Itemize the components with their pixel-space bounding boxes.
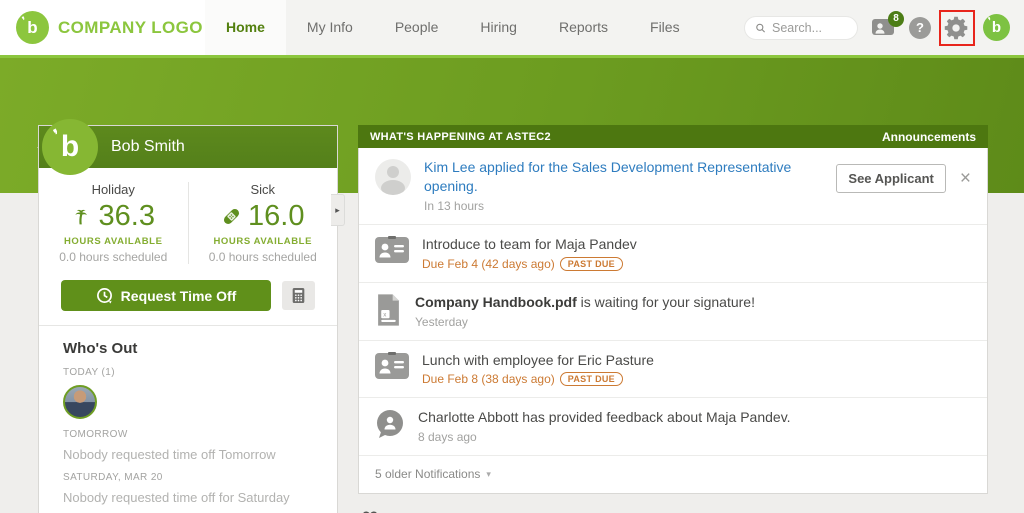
gear-icon xyxy=(944,15,970,41)
notification-time: In 13 hours xyxy=(424,199,823,213)
signature-doc-icon: x xyxy=(375,294,402,326)
notification-feedback: Charlotte Abbott has provided feedback a… xyxy=(359,398,987,456)
user-avatar[interactable]: ❜ b xyxy=(983,14,1010,41)
notification-title[interactable]: Charlotte Abbott has provided feedback a… xyxy=(418,408,971,427)
top-bar: ❜ b COMPANY LOGO HERE Home My Info Peopl… xyxy=(0,0,1024,55)
feedback-bubble-icon xyxy=(375,409,405,439)
nav-tab-home[interactable]: Home xyxy=(205,0,286,55)
nav-tab-reports[interactable]: Reports xyxy=(538,0,629,55)
notification-title[interactable]: Lunch with employee for Eric Pasture xyxy=(422,351,971,370)
nav-tab-hiring[interactable]: Hiring xyxy=(459,0,538,55)
request-time-off-button[interactable]: Request Time Off xyxy=(61,280,271,311)
notifications-card: Kim Lee applied for the Sales Developmen… xyxy=(358,148,988,494)
logo-mark-icon: ❜ b xyxy=(16,11,49,44)
stat-sick[interactable]: Sick 16.0 HOURS AVAILABLE 0.0 hours sche… xyxy=(189,182,338,264)
employee-avatar[interactable]: ❜ b xyxy=(42,119,98,175)
panel-header: WHAT'S HAPPENING AT ASTEC2 Announcements xyxy=(358,125,988,148)
saturday-empty-text: Nobody requested time off for Saturday xyxy=(63,490,313,505)
saturday-label: SATURDAY, MAR 20 xyxy=(63,472,313,483)
time-off-stats: Holiday 36.3 HOURS AVAILABLE 0.0 hours s… xyxy=(39,168,337,274)
id-card-icon xyxy=(375,236,409,263)
stats-expand-handle[interactable]: ▸ xyxy=(331,194,345,226)
notification-badge: 8 xyxy=(888,11,904,27)
today-label: TODAY (1) xyxy=(63,367,313,378)
whats-happening-panel: WHAT'S HAPPENING AT ASTEC2 Announcements… xyxy=(358,125,988,513)
notification-link[interactable]: Kim Lee applied for the Sales Developmen… xyxy=(424,158,823,196)
tomorrow-label: TOMORROW xyxy=(63,429,313,440)
calculator-icon xyxy=(291,287,306,304)
close-icon[interactable]: × xyxy=(960,169,971,188)
out-today-avatar[interactable] xyxy=(63,385,97,419)
notification-title[interactable]: Introduce to team for Maja Pandev xyxy=(422,235,971,254)
notification-task: Introduce to team for Maja Pandev Due Fe… xyxy=(359,225,987,283)
calculator-button[interactable] xyxy=(282,281,315,310)
see-applicant-button[interactable]: See Applicant xyxy=(836,164,945,193)
applicant-avatar-icon xyxy=(375,159,411,195)
search-box[interactable] xyxy=(744,16,858,40)
employee-card: ❜ b Bob Smith Holiday 36.3 HOURS AVAILAB… xyxy=(38,125,338,513)
due-date: Due Feb 8 (38 days ago) xyxy=(422,372,555,386)
request-row: Request Time Off xyxy=(39,274,337,325)
settings-button[interactable] xyxy=(944,15,970,41)
tomorrow-empty-text: Nobody requested time off Tomorrow xyxy=(63,447,313,462)
palm-icon xyxy=(72,206,93,227)
past-due-badge: PAST DUE xyxy=(560,257,623,271)
notification-applicant: Kim Lee applied for the Sales Developmen… xyxy=(359,148,987,225)
chevron-right-icon: ▸ xyxy=(335,205,340,216)
notification-time: 8 days ago xyxy=(418,430,971,444)
notification-task: Lunch with employee for Eric Pasture Due… xyxy=(359,341,987,399)
employee-header: ❜ b Bob Smith xyxy=(39,126,337,168)
caret-down-icon: ▾ xyxy=(486,469,491,480)
help-button[interactable]: ? xyxy=(909,17,931,39)
clock-icon xyxy=(96,287,113,304)
topbar-controls: 8 ? ❜ b xyxy=(744,0,1010,55)
bandage-icon xyxy=(221,206,242,227)
nav-tab-files[interactable]: Files xyxy=(629,0,701,55)
search-icon xyxy=(755,21,766,35)
announcements-link[interactable]: Announcements xyxy=(882,130,976,144)
search-input[interactable] xyxy=(772,21,847,35)
panel-title: WHAT'S HAPPENING AT ASTEC2 xyxy=(370,131,551,143)
notification-signature: x Company Handbook.pdf is waiting for yo… xyxy=(359,283,987,341)
older-notifications-toggle[interactable]: 5 older Notifications ▾ xyxy=(359,456,987,493)
notification-time: Yesterday xyxy=(415,315,971,329)
notification-title[interactable]: Company Handbook.pdf is waiting for your… xyxy=(415,293,971,312)
nav-tab-my-info[interactable]: My Info xyxy=(286,0,374,55)
due-date: Due Feb 4 (42 days ago) xyxy=(422,257,555,271)
main-nav: Home My Info People Hiring Reports Files xyxy=(205,0,701,55)
whos-out-section: Who's Out TODAY (1) TOMORROW Nobody requ… xyxy=(39,326,337,505)
inbox-button[interactable]: 8 xyxy=(871,18,896,38)
id-card-icon xyxy=(375,352,409,379)
app-window: ❜ b COMPANY LOGO HERE Home My Info Peopl… xyxy=(0,0,1024,513)
past-due-badge: PAST DUE xyxy=(560,372,623,386)
whos-out-title: Who's Out xyxy=(63,340,313,357)
nav-tab-people[interactable]: People xyxy=(374,0,460,55)
stat-holiday[interactable]: Holiday 36.3 HOURS AVAILABLE 0.0 hours s… xyxy=(39,182,189,264)
